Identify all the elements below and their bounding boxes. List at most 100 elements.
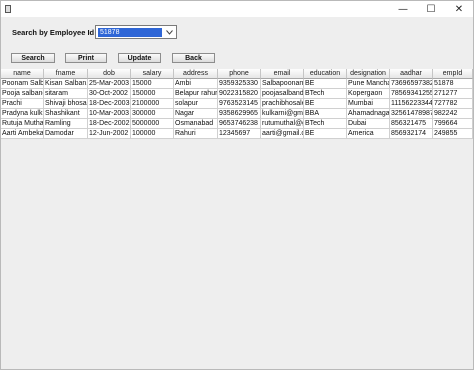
table-row[interactable]: Prachi Shivaji bhosa... 18-Dec-2003 2100000… — [1, 99, 473, 109]
table-cell-designation[interactable]: America — [347, 129, 390, 139]
table-cell-aadhar[interactable]: 856321475 — [390, 119, 433, 129]
table-header: name fname dob salary address phone email educa… — [1, 69, 473, 79]
table-cell-education[interactable]: BE — [304, 79, 347, 89]
table-cell-fname[interactable]: Kisan Salban... — [44, 79, 88, 89]
print-button[interactable]: Print — [65, 53, 107, 63]
table-cell-fname[interactable]: sitaram — [44, 89, 88, 99]
table-cell-dob[interactable]: 18-Dec-2003 — [88, 99, 131, 109]
window-controls: — ☐ ✕ — [389, 1, 473, 17]
search-button[interactable]: Search — [11, 53, 55, 63]
column-header-salary[interactable]: salary — [131, 69, 174, 79]
column-header-email[interactable]: email — [261, 69, 304, 79]
table-cell-designation[interactable]: Dubai — [347, 119, 390, 129]
table-cell-address[interactable]: Belapur rahuri — [174, 89, 218, 99]
table-cell-designation[interactable]: Ahamadnagar — [347, 109, 390, 119]
column-header-name[interactable]: name — [1, 69, 44, 79]
table-cell-aadhar[interactable]: 78569341255 — [390, 89, 433, 99]
table-cell-education[interactable]: BBA — [304, 109, 347, 119]
table-cell-name[interactable]: Rutuja Muthal — [1, 119, 44, 129]
employee-id-dropdown[interactable]: 51878 — [95, 25, 177, 39]
table-cell-dob[interactable]: 30-Oct-2002 — [88, 89, 131, 99]
table-cell-salary[interactable]: 2100000 — [131, 99, 174, 109]
table-cell-salary[interactable]: 5000000 — [131, 119, 174, 129]
table-cell-dob[interactable]: 10-Mar-2003 — [88, 109, 131, 119]
table-cell-aadhar[interactable]: 856932174 — [390, 129, 433, 139]
table-cell-email[interactable]: poojasalband... — [261, 89, 304, 99]
table-cell-address[interactable]: Nagar — [174, 109, 218, 119]
table-cell-fname[interactable]: Shivaji bhosa... — [44, 99, 88, 109]
column-header-address[interactable]: address — [174, 69, 218, 79]
table-row[interactable]: Pradyna kulk... Shashikant 10-Mar-2003 3000… — [1, 109, 473, 119]
table-cell-aadhar[interactable]: 325614789874 — [390, 109, 433, 119]
table-cell-education[interactable]: BTech — [304, 119, 347, 129]
table-cell-name[interactable]: Aarti Ambekar — [1, 129, 44, 139]
table-cell-empid[interactable]: 249855 — [433, 129, 473, 139]
table-cell-name[interactable]: Pooja salband — [1, 89, 44, 99]
table-cell-email[interactable]: rutumuthal@g... — [261, 119, 304, 129]
table-cell-aadhar[interactable]: 11156223344 — [390, 99, 433, 109]
table-cell-phone[interactable]: 9359325330 — [218, 79, 261, 89]
column-header-dob[interactable]: dob — [88, 69, 131, 79]
table-cell-email[interactable]: kulkarni@gm... — [261, 109, 304, 119]
table-cell-designation[interactable]: Kopergaon — [347, 89, 390, 99]
table-cell-education[interactable]: BE — [304, 129, 347, 139]
table-cell-designation[interactable]: Pune Manchar — [347, 79, 390, 89]
table-cell-salary[interactable]: 15000 — [131, 79, 174, 89]
maximize-icon[interactable]: ☐ — [417, 1, 445, 17]
table-cell-name[interactable]: Pradyna kulk... — [1, 109, 44, 119]
table-cell-name[interactable]: Poonam Salb... — [1, 79, 44, 89]
column-header-phone[interactable]: phone — [218, 69, 261, 79]
table-cell-fname[interactable]: Shashikant — [44, 109, 88, 119]
column-header-fname[interactable]: fname — [44, 69, 88, 79]
table-cell-empid[interactable]: 982242 — [433, 109, 473, 119]
table-cell-address[interactable]: Rahuri — [174, 129, 218, 139]
table-cell-empid[interactable]: 799664 — [433, 119, 473, 129]
table-cell-fname[interactable]: Ramling — [44, 119, 88, 129]
table-row[interactable]: Rutuja Muthal Ramling 18-Dec-2002 5000000 Os… — [1, 119, 473, 129]
column-header-designation[interactable]: designation — [347, 69, 390, 79]
title-bar: — ☐ ✕ — [1, 1, 473, 17]
table-cell-email[interactable]: aarti@gmail.c... — [261, 129, 304, 139]
table-cell-salary[interactable]: 100000 — [131, 129, 174, 139]
table-cell-dob[interactable]: 12-Jun-2002 — [88, 129, 131, 139]
table-cell-name[interactable]: Prachi — [1, 99, 44, 109]
search-label: Search by Employee Id — [12, 28, 95, 37]
table-cell-education[interactable]: BTech — [304, 89, 347, 99]
table-cell-dob[interactable]: 25-Mar-2003 — [88, 79, 131, 89]
column-header-education[interactable]: education — [304, 69, 347, 79]
table-cell-education[interactable]: BE — [304, 99, 347, 109]
chevron-down-icon[interactable] — [165, 27, 174, 37]
close-icon[interactable]: ✕ — [445, 1, 473, 17]
employee-id-selected-value: 51878 — [98, 27, 162, 37]
table-cell-email[interactable]: Salbapoonam... — [261, 79, 304, 89]
table-cell-address[interactable]: solapur — [174, 99, 218, 109]
table-cell-address[interactable]: Ambi — [174, 79, 218, 89]
back-button[interactable]: Back — [172, 53, 215, 63]
table-row[interactable]: Pooja salband sitaram 30-Oct-2002 150000 Bel… — [1, 89, 473, 99]
column-header-empid[interactable]: empId — [433, 69, 473, 79]
employee-table: name fname dob salary address phone email educa… — [1, 69, 473, 139]
table-cell-fname[interactable]: Damodar — [44, 129, 88, 139]
table-cell-salary[interactable]: 300000 — [131, 109, 174, 119]
table-cell-address[interactable]: Osmanabad — [174, 119, 218, 129]
table-cell-empid[interactable]: 51878 — [433, 79, 473, 89]
app-icon — [5, 5, 11, 13]
table-cell-phone[interactable]: 12345697 — [218, 129, 261, 139]
table-cell-aadhar[interactable]: 736965973828 — [390, 79, 433, 89]
table-cell-designation[interactable]: Mumbai — [347, 99, 390, 109]
table-cell-email[interactable]: prachibhosale... — [261, 99, 304, 109]
column-header-aadhar[interactable]: aadhar — [390, 69, 433, 79]
table-cell-dob[interactable]: 18-Dec-2002 — [88, 119, 131, 129]
table-cell-phone[interactable]: 9653746238 — [218, 119, 261, 129]
table-cell-phone[interactable]: 9763523145 — [218, 99, 261, 109]
update-button[interactable]: Update — [118, 53, 161, 63]
table-row[interactable]: Poonam Salb...Kisan Salban...25-Mar-2003… — [1, 79, 473, 89]
table-cell-phone[interactable]: 9358629965 — [218, 109, 261, 119]
table-row[interactable]: Aarti Ambekar Damodar 12-Jun-2002 100000 Rah… — [1, 129, 473, 139]
minimize-icon[interactable]: — — [389, 1, 417, 17]
content-panel: Search by Employee Id 51878 Search Print… — [1, 17, 473, 369]
table-cell-phone[interactable]: 9022315820 — [218, 89, 261, 99]
table-cell-salary[interactable]: 150000 — [131, 89, 174, 99]
table-cell-empid[interactable]: 271277 — [433, 89, 473, 99]
table-cell-empid[interactable]: 727782 — [433, 99, 473, 109]
